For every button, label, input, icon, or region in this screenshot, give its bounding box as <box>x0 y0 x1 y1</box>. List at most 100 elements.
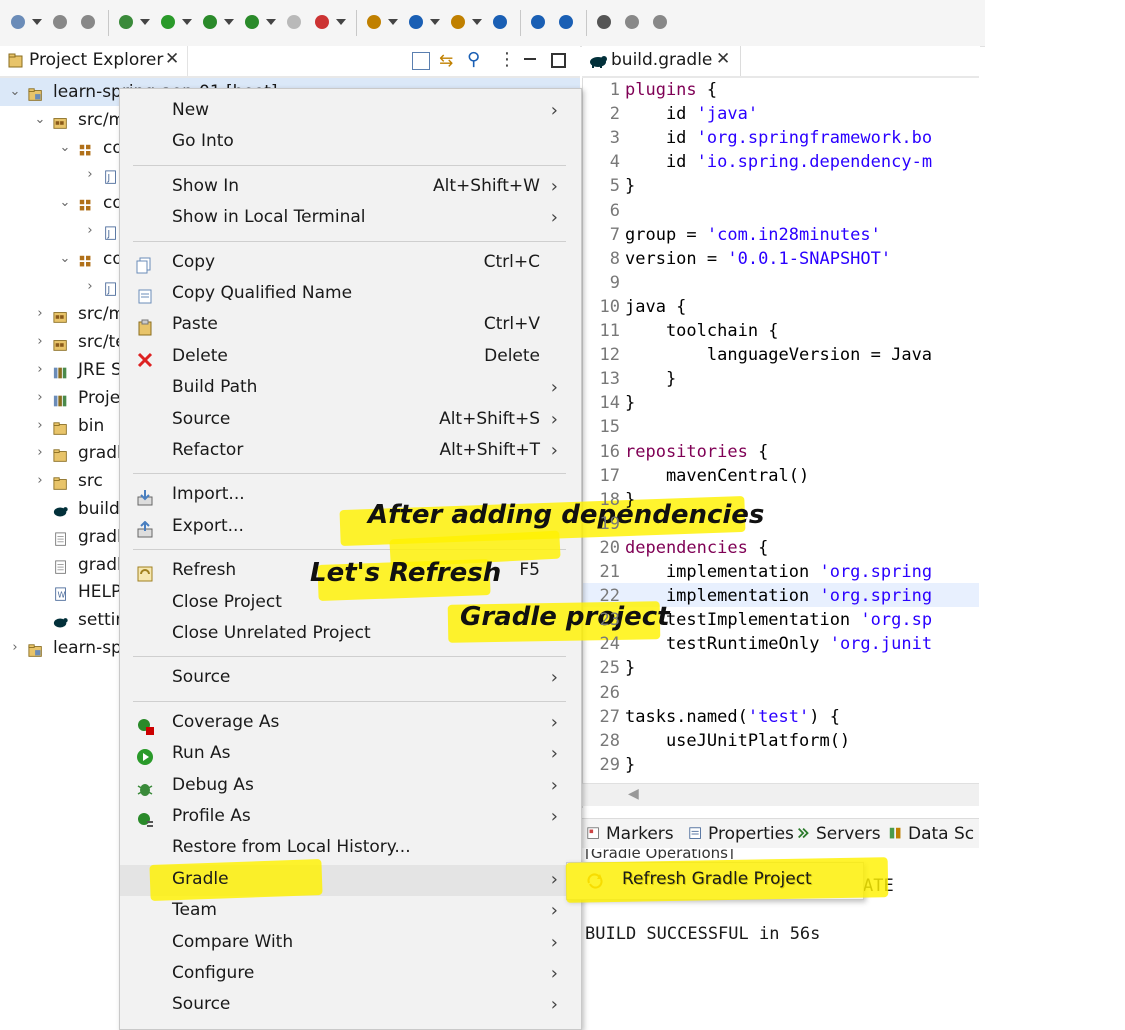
menu-item-source[interactable] <box>120 663 581 694</box>
dropdown-arrow-icon[interactable] <box>388 19 398 25</box>
tree-item-label: src <box>78 471 103 492</box>
menu-item-configure[interactable] <box>120 959 581 990</box>
new-class-icon[interactable] <box>406 12 426 32</box>
code-text: } <box>625 369 677 390</box>
tab-data-sc[interactable]: Data Sc <box>888 824 974 847</box>
editor-tab-build-gradle[interactable]: build.gradle ✕ <box>582 46 741 76</box>
import-icon <box>136 487 154 506</box>
line-number: 5 <box>609 176 620 197</box>
save-icon[interactable] <box>50 12 70 32</box>
minimize-icon[interactable] <box>524 58 536 60</box>
dropdown-arrow-icon[interactable] <box>32 19 42 25</box>
java-file-icon: J <box>103 167 119 185</box>
console-icon[interactable] <box>594 12 614 32</box>
chevron-right-icon[interactable]: › <box>33 412 47 440</box>
stop-icon[interactable] <box>284 12 304 32</box>
editor-horizontal-scrollbar[interactable]: ◀ <box>582 783 979 806</box>
dropdown-arrow-icon[interactable] <box>336 19 346 25</box>
save-all-icon[interactable] <box>78 12 98 32</box>
menu-item-delete[interactable] <box>120 342 581 373</box>
close-tab-icon[interactable]: ✕ <box>716 49 730 69</box>
collapse-all-icon[interactable] <box>412 52 430 70</box>
gradle-file-icon <box>53 612 69 628</box>
view-menu-icon[interactable]: ⋮ <box>498 49 516 70</box>
dropdown-arrow-icon[interactable] <box>224 19 234 25</box>
code-text: mavenCentral() <box>625 465 810 486</box>
line-number: 22 <box>599 586 620 607</box>
menu-item-go-into[interactable] <box>120 127 581 158</box>
globe-icon[interactable] <box>528 12 548 32</box>
menu-item-team[interactable] <box>120 896 581 927</box>
chevron-down-icon[interactable]: ⌄ <box>33 106 47 134</box>
menu-item-source[interactable] <box>120 990 581 1021</box>
menu-item-restore-from-local-history[interactable] <box>120 833 581 864</box>
menu-separator <box>133 164 566 166</box>
project-explorer-tab[interactable]: Project Explorer ✕ <box>0 46 188 76</box>
open-task-icon[interactable] <box>556 12 576 32</box>
menu-item-paste[interactable] <box>120 310 581 341</box>
scroll-left-icon[interactable]: ◀ <box>628 786 639 802</box>
menu-item-show-in-local-terminal[interactable] <box>120 203 581 234</box>
tab-servers[interactable]: Servers <box>796 824 881 847</box>
chevron-right-icon[interactable]: › <box>33 300 47 328</box>
new-icon[interactable] <box>8 12 28 32</box>
chevron-right-icon[interactable]: › <box>83 273 97 301</box>
step-icon[interactable] <box>650 12 670 32</box>
menu-item-copy[interactable] <box>120 248 581 279</box>
external-tools-icon[interactable] <box>312 12 332 32</box>
tree-item-label: bin <box>78 415 105 436</box>
tab-label: Properties <box>708 824 794 844</box>
menu-item-refactor[interactable] <box>120 436 581 467</box>
link-with-editor-icon[interactable]: ⇆ <box>439 51 453 71</box>
chevron-right-icon[interactable]: › <box>33 328 47 356</box>
chevron-right-icon[interactable]: › <box>33 384 47 412</box>
dropdown-arrow-icon[interactable] <box>430 19 440 25</box>
tab-label: Servers <box>816 824 881 844</box>
line-number: 8 <box>609 248 620 269</box>
dropdown-arrow-icon[interactable] <box>472 19 482 25</box>
refresh-gradle-highlight <box>565 857 889 903</box>
chevron-right-icon[interactable]: › <box>33 467 47 495</box>
code-view[interactable]: 1 plugins {2 id 'java' 3 id 'org.springfra… <box>582 78 979 778</box>
new-wizard-icon[interactable] <box>364 12 384 32</box>
menu-item-debug-as[interactable] <box>120 771 581 802</box>
menu-item-build-path[interactable] <box>120 373 581 404</box>
dropdown-arrow-icon[interactable] <box>266 19 276 25</box>
filter-icon[interactable]: ⚲ <box>467 49 480 70</box>
tab-properties[interactable]: Properties <box>688 824 794 847</box>
menu-item-run-as[interactable] <box>120 739 581 770</box>
chevron-right-icon[interactable]: › <box>83 161 97 189</box>
menu-item-source[interactable] <box>120 405 581 436</box>
debug-icon[interactable] <box>116 12 136 32</box>
profile-icon[interactable] <box>242 12 262 32</box>
code-text: plugins { <box>625 80 718 100</box>
chevron-right-icon[interactable]: › <box>83 217 97 245</box>
chevron-right-icon[interactable]: › <box>8 634 22 662</box>
menu-item-new[interactable] <box>120 96 581 127</box>
menu-item-show-in[interactable] <box>120 172 581 203</box>
line-number: 4 <box>609 152 620 173</box>
menu-item-coverage-as[interactable] <box>120 708 581 739</box>
chevron-right-icon[interactable]: › <box>33 356 47 384</box>
chevron-down-icon[interactable]: ⌄ <box>58 134 72 162</box>
tab-markers[interactable]: Markers <box>586 824 674 847</box>
run-icon[interactable] <box>158 12 178 32</box>
dropdown-arrow-icon[interactable] <box>140 19 150 25</box>
close-tab-icon[interactable]: ✕ <box>165 49 179 69</box>
chevron-down-icon[interactable]: ⌄ <box>58 189 72 217</box>
search-icon[interactable] <box>490 12 510 32</box>
chevron-down-icon[interactable]: ⌄ <box>58 245 72 273</box>
coverage-icon[interactable] <box>200 12 220 32</box>
open-type-icon[interactable] <box>448 12 468 32</box>
gradle-highlight <box>149 859 323 901</box>
dropdown-arrow-icon[interactable] <box>182 19 192 25</box>
menu-item-compare-with[interactable] <box>120 928 581 959</box>
maximize-icon[interactable] <box>551 53 566 68</box>
chevron-right-icon[interactable]: › <box>33 439 47 467</box>
chevron-down-icon[interactable]: ⌄ <box>8 78 22 106</box>
source-folder-icon <box>53 334 69 351</box>
file-icon <box>53 529 69 546</box>
menu-item-profile-as[interactable] <box>120 802 581 833</box>
menu-item-copy-qualified-name[interactable] <box>120 279 581 310</box>
pin-icon[interactable] <box>622 12 642 32</box>
